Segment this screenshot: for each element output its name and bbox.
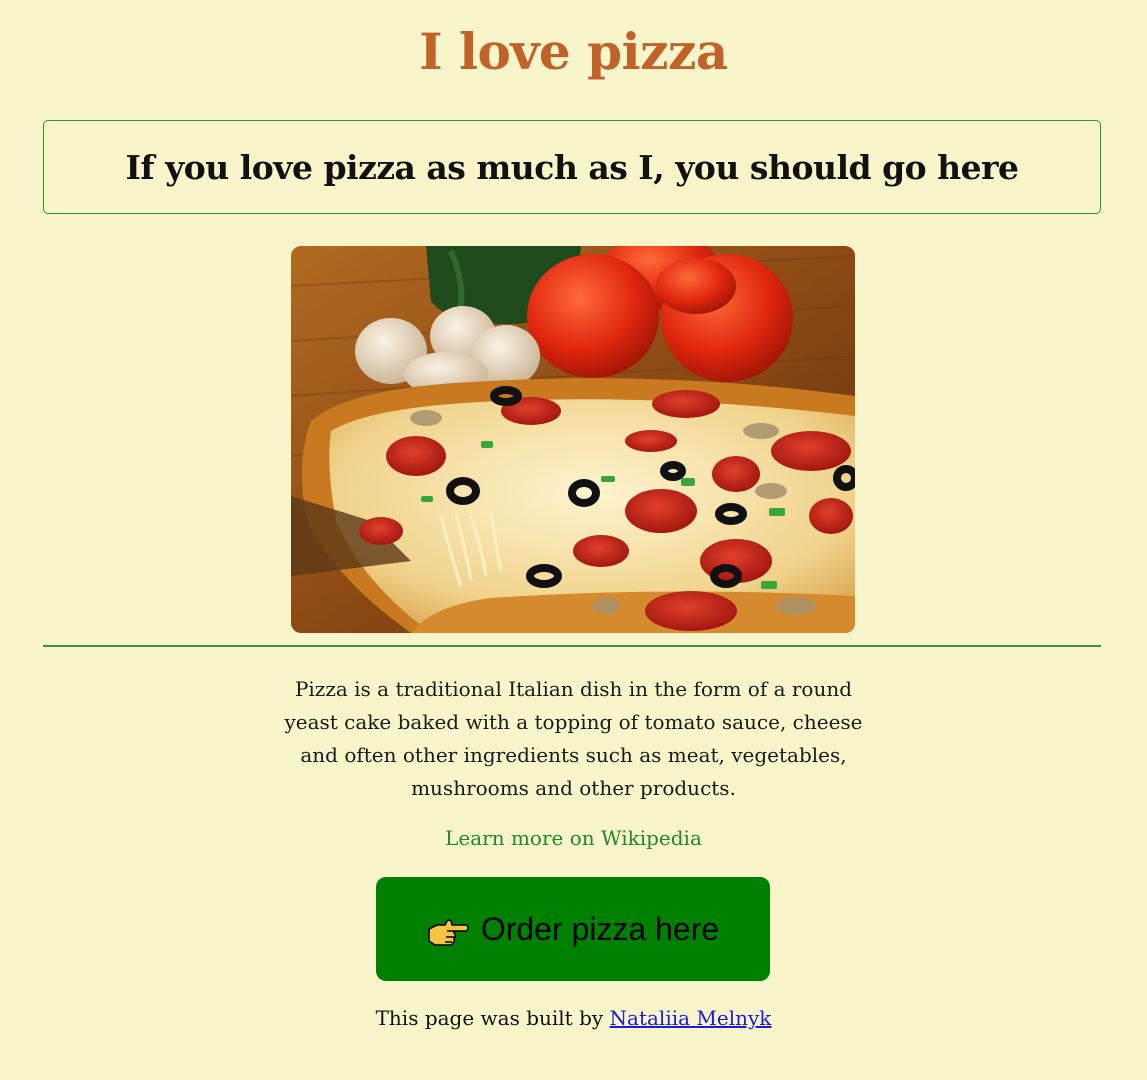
pizza-photo: [291, 246, 855, 633]
wikipedia-link-row: Learn more on Wikipedia: [0, 826, 1147, 850]
footer-prefix: This page was built by: [375, 1006, 604, 1030]
order-pizza-button[interactable]: Order pizza here: [376, 877, 770, 981]
wikipedia-link[interactable]: Learn more on Wikipedia: [445, 826, 702, 850]
callout-heading: If you love pizza as much as I, you shou…: [125, 147, 1019, 187]
order-button-label: Order pizza here: [480, 910, 720, 947]
page: I love pizza If you love pizza as much a…: [0, 0, 1147, 1080]
page-title: I love pizza: [419, 22, 728, 81]
pizza-description: Pizza is a traditional Italian dish in t…: [284, 677, 863, 800]
author-link[interactable]: Nataliia Melnyk: [610, 1006, 772, 1030]
divider: [43, 645, 1101, 647]
callout-box: If you love pizza as much as I, you shou…: [43, 120, 1101, 214]
pointing-hand-icon: [428, 919, 469, 946]
footer: This page was built by Nataliia Melnyk: [0, 1006, 1147, 1030]
